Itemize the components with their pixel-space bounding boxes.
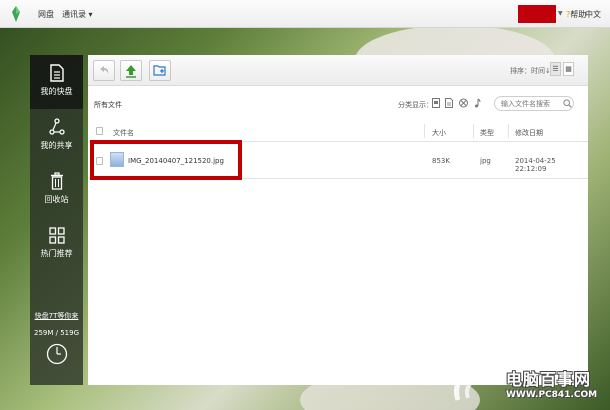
breadcrumb[interactable]: 所有文件 bbox=[94, 100, 122, 110]
nav-contacts[interactable]: 通讯录 ▾ bbox=[62, 9, 93, 20]
storage-gauge-icon bbox=[46, 343, 68, 365]
upload-arrow-icon bbox=[126, 65, 136, 78]
help-link[interactable]: ?帮助 bbox=[566, 9, 586, 20]
language-switch[interactable]: 中文 bbox=[585, 9, 601, 20]
column-type[interactable]: 类型 bbox=[480, 128, 494, 138]
document-filter-icon[interactable] bbox=[445, 98, 453, 108]
watermark-url: WWW.PC841.COM bbox=[506, 390, 598, 400]
sort-label: 排序：时间 bbox=[510, 67, 545, 75]
document-icon bbox=[49, 64, 64, 82]
file-size: 853K bbox=[432, 157, 450, 165]
column-divider bbox=[424, 124, 425, 138]
select-all-checkbox[interactable] bbox=[96, 127, 103, 135]
new-folder-icon bbox=[153, 65, 166, 76]
new-folder-button[interactable] bbox=[149, 60, 171, 81]
file-modified-date: 2014-04-25 22:12:09 bbox=[515, 157, 556, 173]
search-icon[interactable] bbox=[563, 99, 572, 108]
trash-icon bbox=[50, 172, 63, 190]
sidebar-item-recycle-bin[interactable]: 回收站 bbox=[30, 163, 83, 217]
category-filter-label: 分类显示： bbox=[398, 101, 433, 109]
undo-icon bbox=[100, 66, 109, 74]
sidebar-item-label: 热门推荐 bbox=[40, 249, 73, 258]
share-icon bbox=[48, 118, 65, 135]
sort-dropdown[interactable]: 排序：时间↓ bbox=[510, 66, 551, 76]
sidebar-item-label: 我的快盘 bbox=[40, 87, 73, 96]
sidebar-item-hot-recommend[interactable]: 热门推荐 bbox=[30, 217, 83, 271]
nav-netdisk[interactable]: 网盘 bbox=[38, 9, 54, 20]
table-header: 文件名 大小 类型 修改日期 bbox=[88, 120, 588, 142]
grid-view-button[interactable]: ▦ bbox=[563, 62, 574, 76]
sidebar-item-label: 我的共享 bbox=[40, 141, 73, 150]
top-bar: 网盘 通讯录 ▾ ▼ ?帮助 中文 bbox=[0, 0, 610, 28]
watermark-logo bbox=[454, 364, 501, 401]
music-filter-icon[interactable] bbox=[473, 98, 481, 108]
image-filter-icon[interactable] bbox=[432, 98, 440, 108]
sidebar-item-my-kuaipan[interactable]: 我的快盘 bbox=[30, 55, 83, 109]
grid-icon: ▦ bbox=[565, 65, 572, 73]
user-account-menu[interactable] bbox=[518, 5, 556, 23]
chevron-down-icon[interactable]: ▼ bbox=[558, 10, 563, 17]
back-button[interactable] bbox=[93, 60, 115, 81]
storage-usage: 259M / 519G bbox=[34, 329, 79, 337]
upload-button[interactable] bbox=[120, 60, 142, 81]
column-name[interactable]: 文件名 bbox=[113, 128, 134, 138]
help-label: 帮助 bbox=[570, 10, 587, 19]
column-divider bbox=[473, 124, 474, 138]
file-type: jpg bbox=[480, 157, 491, 165]
toolbar: 排序：时间↓ ☰ ▦ bbox=[88, 55, 588, 86]
column-modified-date[interactable]: 修改日期 bbox=[515, 128, 543, 138]
highlight-box bbox=[90, 140, 242, 180]
search-input[interactable] bbox=[501, 99, 561, 109]
watermark-site-name: 电脑百事网 bbox=[506, 370, 592, 389]
file-panel: 排序：时间↓ ☰ ▦ 所有文件 分类显示： 文件名 大小 类型 bbox=[88, 55, 588, 385]
storage-upgrade-link[interactable]: 快盘7T等你来 bbox=[30, 311, 83, 321]
sidebar-item-my-share[interactable]: 我的共享 bbox=[30, 109, 83, 163]
list-view-button[interactable]: ☰ bbox=[550, 62, 561, 76]
list-icon: ☰ bbox=[552, 65, 559, 73]
column-size[interactable]: 大小 bbox=[432, 128, 446, 138]
video-filter-icon[interactable] bbox=[459, 98, 468, 108]
sidebar-item-label: 回收站 bbox=[44, 195, 69, 204]
grid-icon bbox=[48, 227, 65, 244]
column-divider bbox=[508, 124, 509, 138]
kuaipan-logo-icon[interactable] bbox=[7, 5, 25, 23]
search-box[interactable] bbox=[494, 96, 574, 111]
sidebar: 我的快盘 我的共享 回收站 热门推荐 快盘7T等你来 259M / 519G bbox=[30, 55, 83, 385]
